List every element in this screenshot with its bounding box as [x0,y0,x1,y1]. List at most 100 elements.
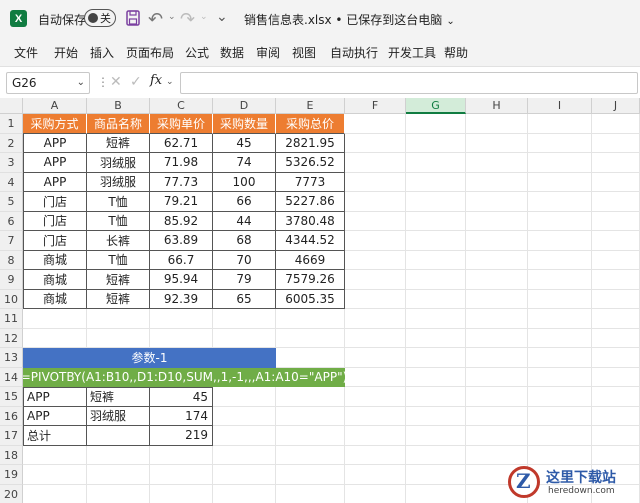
menu-home[interactable]: 开始 [54,44,78,61]
formula-bar-grip-icon[interactable]: ⋮ [97,75,109,89]
table-header-cell[interactable]: 采购总价 [276,114,345,134]
row-header-15[interactable]: 15 [0,387,23,407]
worksheet-grid[interactable]: A B C D E F G H I J 1 2 3 4 5 6 7 8 9 10 11 12 13 14 15 16 17 18 19 2… [0,98,640,503]
pivot-cell[interactable]: 短裤 [87,387,150,407]
row-header-11[interactable]: 11 [0,309,23,329]
table-cell[interactable]: T恤 [87,192,150,212]
table-cell[interactable]: 95.94 [150,270,213,290]
row-header-3[interactable]: 3 [0,153,23,173]
insert-function-icon[interactable]: fx [150,73,162,88]
table-cell[interactable]: 77.73 [150,172,213,192]
row-header-19[interactable]: 19 [0,465,23,485]
table-cell[interactable]: 2821.95 [276,133,345,153]
table-cell[interactable]: 羽绒服 [87,172,150,192]
select-all-corner[interactable] [0,98,23,114]
formula-text-bar[interactable]: =PIVOTBY(A1:B10,,D1:D10,SUM,,1,-1,,,A1:A… [23,367,345,387]
table-cell[interactable]: 71.98 [150,153,213,173]
menu-help[interactable]: 帮助 [444,44,468,61]
column-header-h[interactable]: H [466,98,528,114]
table-cell[interactable]: 74 [213,153,276,173]
row-header-8[interactable]: 8 [0,250,23,270]
table-cell[interactable]: 85.92 [150,211,213,231]
undo-icon[interactable]: ↶ [148,9,163,30]
pivot-cell[interactable]: 45 [150,387,213,407]
menu-insert[interactable]: 插入 [90,44,114,61]
table-cell[interactable]: 5326.52 [276,153,345,173]
table-cell[interactable]: T恤 [87,250,150,270]
row-header-7[interactable]: 7 [0,231,23,251]
check-icon[interactable]: ✓ [130,74,142,90]
name-box[interactable]: G26 ⌄ [6,72,90,94]
autosave-toggle[interactable]: 关 [84,9,116,27]
row-header-12[interactable]: 12 [0,328,23,348]
chevron-down-icon[interactable]: ⌄ [166,77,174,87]
table-cell[interactable]: 79 [213,270,276,290]
table-cell[interactable]: 63.89 [150,231,213,251]
column-header-g[interactable]: G [406,98,466,114]
table-cell[interactable]: 短裤 [87,270,150,290]
table-cell[interactable]: 商城 [23,250,87,270]
table-header-cell[interactable]: 采购数量 [213,114,276,134]
table-cell[interactable]: 100 [213,172,276,192]
column-header-b[interactable]: B [87,98,150,114]
menu-file[interactable]: 文件 [14,44,38,61]
pivot-cell[interactable]: 219 [150,426,213,446]
column-header-j[interactable]: J [592,98,640,114]
table-cell[interactable]: 短裤 [87,133,150,153]
formula-input[interactable] [180,72,638,94]
file-name[interactable]: 销售信息表.xlsx • 已保存到这台电脑 ⌄ [244,11,455,28]
table-cell[interactable]: 68 [213,231,276,251]
menu-automate[interactable]: 自动执行 [330,44,378,61]
pivot-cell[interactable] [87,426,150,446]
redo-dropdown-icon[interactable]: ⌄ [200,12,208,22]
cancel-icon[interactable]: ✕ [110,74,122,90]
menu-review[interactable]: 审阅 [256,44,280,61]
column-header-f[interactable]: F [345,98,406,114]
table-cell[interactable]: 商城 [23,289,87,309]
save-icon[interactable] [126,10,140,26]
redo-icon[interactable]: ↷ [180,9,195,30]
excel-logo-icon[interactable]: X [10,10,27,27]
row-header-4[interactable]: 4 [0,172,23,192]
menu-view[interactable]: 视图 [292,44,316,61]
table-cell[interactable]: 门店 [23,211,87,231]
table-cell[interactable]: 长裤 [87,231,150,251]
column-header-e[interactable]: E [276,98,345,114]
table-cell[interactable]: 45 [213,133,276,153]
table-cell[interactable]: 92.39 [150,289,213,309]
column-header-i[interactable]: I [528,98,592,114]
row-header-10[interactable]: 10 [0,289,23,309]
table-cell[interactable]: 4669 [276,250,345,270]
table-cell[interactable]: APP [23,172,87,192]
table-cell[interactable]: 66.7 [150,250,213,270]
chevron-down-icon[interactable]: ⌄ [77,73,85,93]
column-header-c[interactable]: C [150,98,213,114]
chevron-down-icon[interactable]: ⌄ [446,16,454,27]
table-cell[interactable]: 3780.48 [276,211,345,231]
table-cell[interactable]: 门店 [23,192,87,212]
table-cell[interactable]: 66 [213,192,276,212]
table-cell[interactable]: 44 [213,211,276,231]
table-cell[interactable]: 62.71 [150,133,213,153]
table-cell[interactable]: 4344.52 [276,231,345,251]
more-icon[interactable]: ⌄ [216,9,228,25]
row-header-20[interactable]: 20 [0,484,23,503]
row-header-2[interactable]: 2 [0,133,23,153]
row-header-18[interactable]: 18 [0,445,23,465]
parameter-label-bar[interactable]: 参数-1 [23,348,276,368]
row-header-13[interactable]: 13 [0,348,23,368]
table-cell[interactable]: APP [23,153,87,173]
pivot-cell[interactable]: 174 [150,406,213,426]
table-cell[interactable]: 7579.26 [276,270,345,290]
row-header-14[interactable]: 14 [0,367,23,387]
column-header-a[interactable]: A [23,98,87,114]
table-header-cell[interactable]: 采购单价 [150,114,213,134]
table-cell[interactable]: 商城 [23,270,87,290]
table-cell[interactable]: 短裤 [87,289,150,309]
table-cell[interactable]: 70 [213,250,276,270]
column-header-d[interactable]: D [213,98,276,114]
undo-dropdown-icon[interactable]: ⌄ [168,12,176,22]
table-cell[interactable]: 65 [213,289,276,309]
table-header-cell[interactable]: 采购方式 [23,114,87,134]
menu-page-layout[interactable]: 页面布局 [126,44,174,61]
